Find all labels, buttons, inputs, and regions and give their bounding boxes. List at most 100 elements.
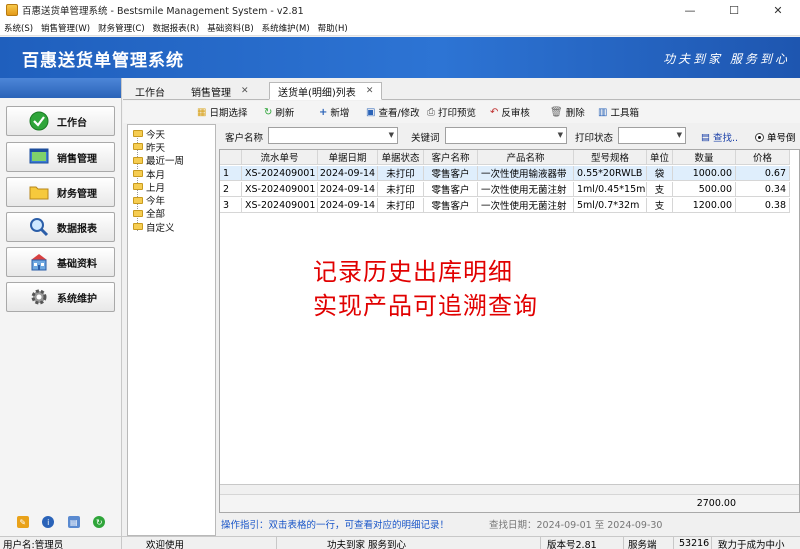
status-version: 版本号2.81: [541, 537, 624, 549]
sidebar-item-basic-data[interactable]: 基础资料: [6, 247, 115, 277]
customer-label: 客户名称: [225, 133, 264, 144]
menu-finance[interactable]: 财务管理(C): [98, 22, 145, 34]
search-icon: ▤: [701, 131, 710, 143]
folder-icon: [29, 182, 49, 202]
close-icon[interactable]: ✕: [366, 86, 374, 96]
table-row[interactable]: 1 XS-202409001 2024-09-14 未打印 零售客户 一次性使用…: [220, 166, 790, 181]
table-header: 流水单号 单据日期 单据状态 客户名称 产品名称 型号规格 单位 数量 价格: [220, 150, 790, 165]
unit: 支: [647, 182, 673, 197]
tree-item-custom[interactable]: 自定义: [128, 220, 215, 234]
sidebar: 工作台 销售管理 财务管理 数据报表 基础资料 系统维护 ✎ i ▤ ↻: [0, 78, 122, 536]
tool-label: 查看/修改: [378, 108, 420, 119]
print-preview-button[interactable]: ⎙ 打印预览: [427, 105, 477, 120]
chevron-down-icon: ▼: [676, 131, 682, 139]
tab-workbench[interactable]: 工作台: [127, 82, 173, 100]
document-icon[interactable]: ▤: [67, 516, 80, 528]
gear-icon: [29, 287, 49, 307]
sidebar-item-finance[interactable]: 财务管理: [6, 177, 115, 207]
tree-item-all[interactable]: 全部: [128, 207, 215, 220]
status-bar: 用户名:管理员 欢迎使用 功夫到家 服务到心 版本号2.81 服务端 53216…: [0, 536, 800, 549]
tree-label: 上月: [146, 182, 166, 194]
trash-icon: 🗑: [550, 106, 563, 118]
minimize-button[interactable]: —: [668, 0, 712, 20]
edit-icon[interactable]: ✎: [16, 516, 29, 528]
header-banner: 百惠送货单管理系统 功夫到家 服务到心: [0, 37, 800, 78]
menu-basic-data[interactable]: 基础资料(B): [207, 22, 253, 34]
column-header[interactable]: 单位: [647, 150, 673, 165]
view-edit-button[interactable]: ▣ 查看/修改: [366, 105, 420, 120]
keyword-select[interactable]: ▼: [445, 127, 567, 144]
column-header[interactable]: 单据状态: [378, 150, 424, 165]
tree-item-last-month[interactable]: 上月: [128, 180, 215, 194]
tree-item-yesterday[interactable]: 昨天: [128, 140, 215, 154]
column-header[interactable]: 产品名称: [478, 150, 574, 165]
sidebar-item-sales[interactable]: 销售管理: [6, 142, 115, 172]
column-header[interactable]: 客户名称: [424, 150, 478, 165]
tab-sales[interactable]: 销售管理 ✕: [183, 82, 257, 100]
column-header[interactable]: 数量: [673, 150, 736, 165]
customer-select[interactable]: ▼: [268, 127, 398, 144]
table-row[interactable]: 2 XS-202409001 2024-09-14 未打印 零售客户 一次性使用…: [220, 182, 790, 197]
menu-sales[interactable]: 销售管理(W): [41, 22, 90, 34]
folder-icon: [133, 170, 143, 178]
doc-date: 2024-09-14: [318, 198, 378, 213]
print-status-select[interactable]: ▼: [618, 127, 686, 144]
tree-label: 今年: [146, 196, 166, 208]
undo-icon: ↶: [490, 106, 499, 118]
delete-button[interactable]: 🗑 删除: [550, 105, 585, 120]
menu-help[interactable]: 帮助(H): [318, 22, 348, 34]
refresh-icon[interactable]: ↻: [93, 516, 106, 528]
tree-item-today[interactable]: 今天: [128, 127, 215, 141]
add-button[interactable]: + 新增: [319, 105, 349, 120]
refresh-button[interactable]: ↻ 刷新: [264, 105, 294, 120]
table-row[interactable]: 3 XS-202409001 2024-09-14 未打印 零售客户 一次性使用…: [220, 198, 790, 213]
order-desc-radio[interactable]: 单号倒: [755, 130, 796, 144]
tree-label: 全部: [146, 209, 166, 221]
column-header[interactable]: 价格: [736, 150, 790, 165]
printer-icon: ⎙: [427, 106, 435, 118]
tree-item-this-year[interactable]: 今年: [128, 193, 215, 208]
doc-status: 未打印: [378, 166, 424, 181]
delivery-grid[interactable]: 流水单号 单据日期 单据状态 客户名称 产品名称 型号规格 单位 数量 价格 1…: [219, 149, 800, 513]
row-number: 2: [220, 182, 242, 197]
sidebar-item-maintenance[interactable]: 系统维护: [6, 282, 115, 312]
date-range: 查找日期：2024-09-01 至 2024-09-30: [489, 520, 663, 531]
horizontal-scrollbar[interactable]: [220, 485, 799, 495]
status-slogan: 功夫到家 服务到心: [277, 537, 541, 549]
doc-date: 2024-09-14: [318, 182, 378, 197]
menu-reports[interactable]: 数据报表(R): [153, 22, 200, 34]
doc-date: 2024-09-14: [318, 166, 378, 181]
calendar-icon: ▦: [197, 106, 207, 118]
unit: 支: [647, 198, 673, 213]
sidebar-item-workbench[interactable]: 工作台: [6, 106, 115, 136]
maximize-button[interactable]: ☐: [712, 0, 756, 20]
app-icon: [6, 4, 18, 16]
unapprove-button[interactable]: ↶ 反审核: [490, 105, 530, 120]
tree-item-last-week[interactable]: 最近一周: [128, 154, 215, 167]
folder-icon: [133, 130, 143, 138]
sidebar-item-label: 数据报表: [57, 223, 97, 235]
tab-label: 工作台: [135, 87, 165, 99]
plus-icon: +: [319, 106, 328, 118]
column-header[interactable]: 流水单号: [242, 150, 318, 165]
column-header[interactable]: 单据日期: [318, 150, 378, 165]
search-button[interactable]: ▤ 查找..: [701, 130, 738, 145]
annotation-line-2: 实现产品可追溯查询: [313, 292, 538, 320]
sidebar-item-reports[interactable]: 数据报表: [6, 212, 115, 242]
grid-footer: 2700.00: [220, 484, 799, 512]
menu-maintenance[interactable]: 系统维护(M): [262, 22, 310, 34]
column-header[interactable]: 型号规格: [574, 150, 647, 165]
menu-system[interactable]: 系统(S): [4, 22, 33, 34]
close-button[interactable]: ✕: [756, 0, 800, 20]
column-header[interactable]: [220, 150, 242, 165]
info-icon[interactable]: i: [42, 516, 55, 528]
tab-delivery-list[interactable]: 送货单(明细)列表 ✕: [269, 82, 383, 100]
tree-item-this-month[interactable]: 本月: [128, 167, 215, 181]
quantity: 1000.00: [673, 166, 736, 181]
date-select-button[interactable]: ▦ 日期选择: [197, 105, 247, 120]
toolbox-button[interactable]: ▥ 工具箱: [598, 105, 639, 120]
filter-bar: 客户名称 ▼ 关键词 ▼ 打印状态 ▼ ▤ 查找.. 单号倒: [219, 125, 800, 147]
product-name: 一次性使用无菌注射: [478, 182, 574, 197]
tool-label: 打印预览: [438, 108, 477, 119]
close-icon[interactable]: ✕: [241, 86, 249, 96]
